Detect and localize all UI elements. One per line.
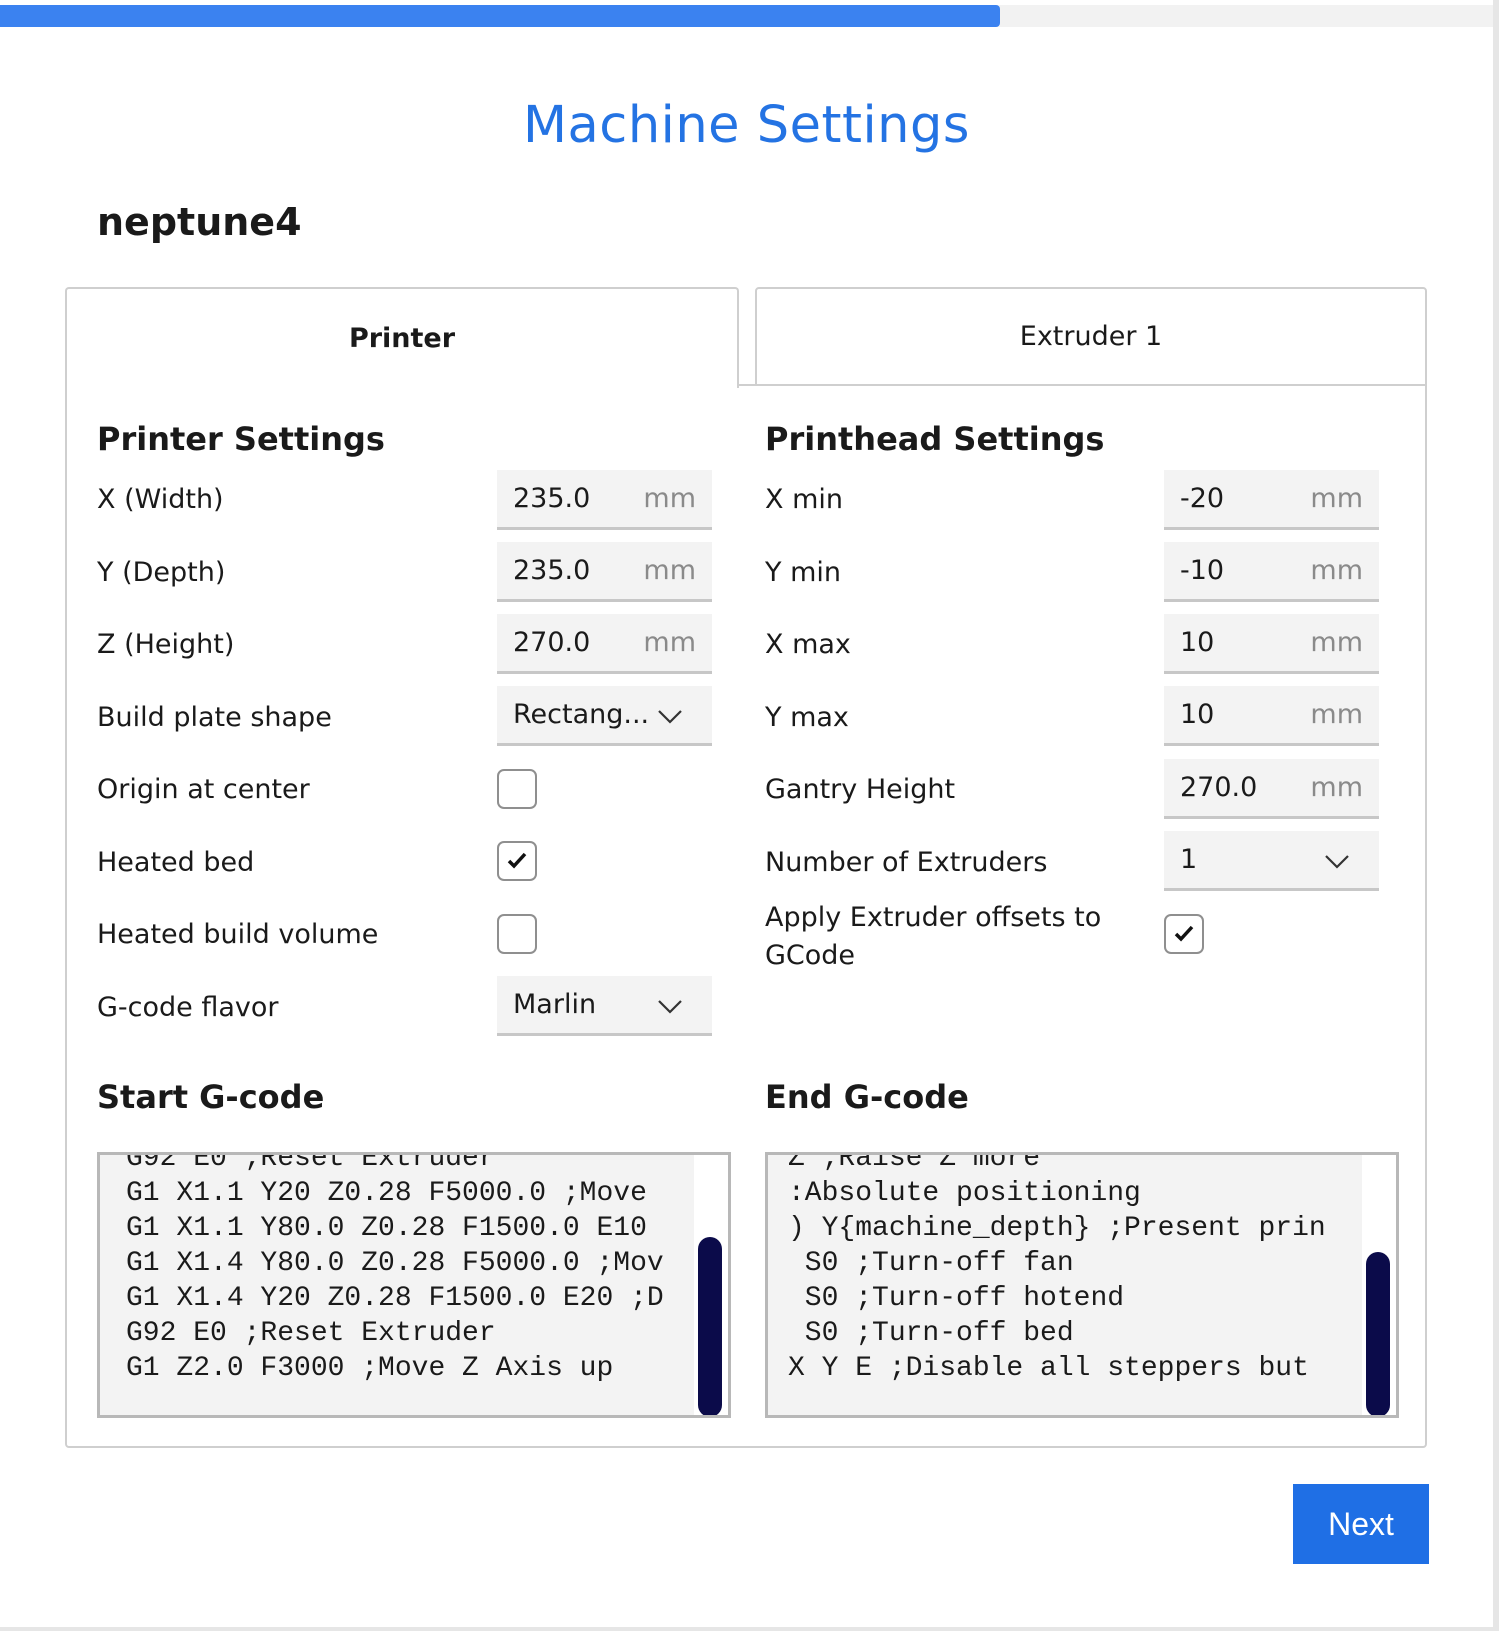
start-gcode-scrollbar[interactable]	[694, 1155, 728, 1415]
progress-bar	[0, 5, 1493, 27]
build-plate-shape-value: Rectang...	[513, 699, 650, 730]
start-gcode-line: G1 X1.1 Y20 Z0.28 F5000.0 ;Move	[126, 1178, 647, 1209]
end-gcode-line: Z ;Raise Z more	[788, 1152, 1041, 1174]
end-gcode-heading: End G-code	[765, 1078, 969, 1116]
apply-offsets-label-line2: GCode	[765, 940, 856, 971]
end-gcode-lines: Z ;Raise Z more :Absolute positioning ) Y{…	[788, 1152, 1326, 1386]
heated-bed-checkbox[interactable]	[497, 841, 537, 881]
z-height-value: 270.0	[513, 627, 591, 658]
start-gcode-line: G1 X1.4 Y80.0 Z0.28 F5000.0 ;Mov	[126, 1248, 664, 1279]
number-of-extruders-value: 1	[1180, 844, 1198, 875]
y-min-field[interactable]: -10 mm	[1164, 542, 1379, 602]
end-gcode-line: S0 ;Turn-off bed	[788, 1318, 1074, 1349]
x-width-field[interactable]: 235.0 mm	[497, 470, 712, 530]
progress-fill	[0, 5, 1001, 27]
end-gcode-scroll-thumb[interactable]	[1366, 1252, 1390, 1415]
y-depth-value: 235.0	[513, 555, 591, 586]
y-depth-field[interactable]: 235.0 mm	[497, 542, 712, 602]
origin-at-center-checkbox[interactable]	[497, 769, 537, 809]
gantry-height-label: Gantry Height	[765, 774, 956, 805]
tab-printer[interactable]: Printer	[65, 287, 739, 388]
y-max-value: 10	[1180, 699, 1215, 730]
start-gcode-scroll-thumb[interactable]	[698, 1237, 722, 1415]
apply-offsets-checkbox[interactable]	[1164, 914, 1204, 954]
origin-at-center-label: Origin at center	[97, 774, 310, 805]
start-gcode-line: G92 E0 ;Reset Extruder	[126, 1318, 496, 1349]
z-height-field[interactable]: 270.0 mm	[497, 614, 712, 674]
number-of-extruders-select[interactable]: 1	[1164, 831, 1379, 891]
end-gcode-line: S0 ;Turn-off fan	[788, 1248, 1074, 1279]
chevron-down-icon	[658, 710, 682, 724]
z-height-label: Z (Height)	[97, 629, 235, 660]
start-gcode-editor[interactable]: G92 E0 ;Reset Extruder G1 X1.1 Y20 Z0.28 …	[97, 1152, 731, 1418]
y-max-label: Y max	[765, 702, 849, 733]
number-of-extruders-label: Number of Extruders	[765, 847, 1048, 878]
end-gcode-line: X Y E ;Disable all steppers but	[788, 1353, 1309, 1384]
gcode-flavor-label: G-code flavor	[97, 992, 279, 1023]
tab-extruder-1[interactable]: Extruder 1	[755, 287, 1427, 386]
x-max-field[interactable]: 10 mm	[1164, 614, 1379, 674]
x-width-unit: mm	[643, 483, 696, 514]
y-max-field[interactable]: 10 mm	[1164, 686, 1379, 746]
build-plate-shape-select[interactable]: Rectang...	[497, 686, 712, 746]
start-gcode-line: G1 X1.4 Y20 Z0.28 F1500.0 E20 ;D	[126, 1283, 664, 1314]
y-min-unit: mm	[1310, 555, 1363, 586]
x-max-label: X max	[765, 629, 851, 660]
heated-build-volume-checkbox[interactable]	[497, 914, 537, 954]
x-min-label: X min	[765, 484, 843, 515]
start-gcode-heading: Start G-code	[97, 1078, 325, 1116]
end-gcode-scrollbar[interactable]	[1362, 1155, 1396, 1415]
heated-bed-label: Heated bed	[97, 847, 255, 878]
build-plate-shape-label: Build plate shape	[97, 702, 332, 733]
start-gcode-line: G1 Z2.0 F3000 ;Move Z Axis up	[126, 1353, 614, 1384]
z-height-unit: mm	[643, 627, 696, 658]
end-gcode-editor[interactable]: Z ;Raise Z more :Absolute positioning ) Y{…	[765, 1152, 1399, 1418]
end-gcode-line: :Absolute positioning	[788, 1178, 1141, 1209]
printer-settings-heading: Printer Settings	[97, 420, 385, 458]
start-gcode-line: G92 E0 ;Reset Extruder	[126, 1152, 496, 1174]
x-width-label: X (Width)	[97, 484, 224, 515]
x-min-unit: mm	[1310, 483, 1363, 514]
x-max-unit: mm	[1310, 627, 1363, 658]
x-min-field[interactable]: -20 mm	[1164, 470, 1379, 530]
end-gcode-line: S0 ;Turn-off hotend	[788, 1283, 1125, 1314]
gantry-height-field[interactable]: 270.0 mm	[1164, 759, 1379, 819]
page-title: Machine Settings	[523, 96, 970, 155]
gantry-height-unit: mm	[1310, 772, 1363, 803]
x-width-value: 235.0	[513, 483, 591, 514]
y-depth-unit: mm	[643, 555, 696, 586]
x-max-value: 10	[1180, 627, 1215, 658]
y-min-value: -10	[1180, 555, 1225, 586]
gcode-flavor-value: Marlin	[513, 989, 597, 1020]
gcode-flavor-select[interactable]: Marlin	[497, 976, 712, 1036]
chevron-down-icon	[658, 1000, 682, 1014]
y-min-label: Y min	[765, 557, 841, 588]
apply-offsets-label-line1: Apply Extruder offsets to	[765, 902, 1102, 933]
y-max-unit: mm	[1310, 699, 1363, 730]
machine-name: neptune4	[97, 200, 302, 244]
checkmark-icon	[507, 852, 527, 869]
gantry-height-value: 270.0	[1180, 772, 1258, 803]
heated-build-volume-label: Heated build volume	[97, 919, 379, 950]
x-min-value: -20	[1180, 483, 1225, 514]
printhead-settings-heading: Printhead Settings	[765, 420, 1105, 458]
next-button[interactable]: Next	[1293, 1484, 1429, 1564]
chevron-down-icon	[1325, 855, 1349, 869]
checkmark-icon	[1174, 925, 1194, 942]
y-depth-label: Y (Depth)	[97, 557, 226, 588]
start-gcode-line: G1 X1.1 Y80.0 Z0.28 F1500.0 E10	[126, 1213, 647, 1244]
end-gcode-line: ) Y{machine_depth} ;Present prin	[788, 1213, 1326, 1244]
start-gcode-lines: G92 E0 ;Reset Extruder G1 X1.1 Y20 Z0.28 …	[126, 1152, 664, 1386]
